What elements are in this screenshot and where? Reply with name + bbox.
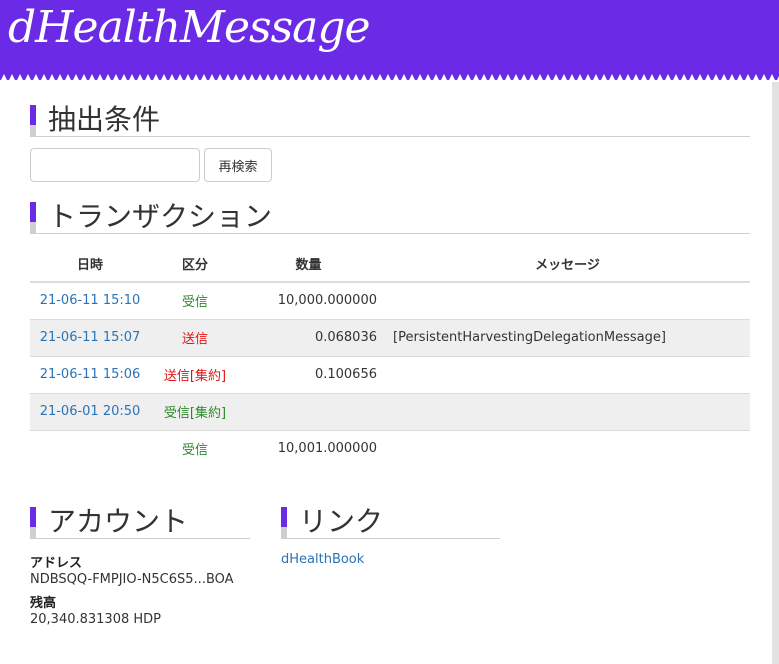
column-header-amount: 数量 — [240, 246, 385, 283]
tx-amount: 0.068036 — [240, 319, 385, 357]
filter-section-title: 抽出条件 — [30, 103, 750, 137]
tx-amount: 10,000.000000 — [240, 282, 385, 320]
balance-label: 残高 — [30, 596, 57, 611]
table-row: 21-06-11 15:06 送信[集約] 0.100656 — [30, 356, 750, 394]
links-title-text: リンク — [299, 505, 384, 538]
table-row: 21-06-11 15:07 送信 0.068036 [PersistentHa… — [30, 319, 750, 357]
tx-date-link[interactable]: 21-06-11 15:06 — [30, 356, 150, 394]
tx-kind: 受信 — [150, 282, 240, 320]
tx-date-link[interactable]: 21-06-11 15:10 — [30, 282, 150, 320]
transactions-section-title: トランザクション — [30, 200, 750, 234]
table-row: 21-06-11 15:10 受信 10,000.000000 — [30, 282, 750, 320]
tx-kind: 受信[集約] — [150, 393, 240, 431]
address-value: NDBSQQ-FMPJIO-N5C6S5...BOA — [30, 572, 234, 587]
column-header-kind: 区分 — [150, 246, 240, 283]
app-header: dHealthMessage — [0, 0, 779, 82]
tx-message — [385, 282, 750, 320]
header-zigzag-edge — [0, 74, 779, 82]
filter-title-text: 抽出条件 — [48, 103, 161, 136]
tx-date-link[interactable]: 21-06-11 15:07 — [30, 319, 150, 357]
tx-kind: 送信[集約] — [150, 356, 240, 394]
search-input[interactable] — [30, 148, 200, 182]
column-header-message: メッセージ — [385, 246, 750, 283]
tx-date-link[interactable]: 21-06-01 20:50 — [30, 393, 150, 431]
search-button[interactable]: 再検索 — [204, 148, 272, 182]
balance-value: 20,340.831308 HDP — [30, 612, 162, 627]
tx-amount: 0.100656 — [240, 356, 385, 394]
table-header-row: 日時 区分 数量 メッセージ — [30, 246, 750, 283]
transactions-title-text: トランザクション — [48, 200, 273, 233]
total-date-empty — [30, 430, 150, 467]
links-section-title: リンク — [281, 505, 500, 539]
tx-message — [385, 393, 750, 431]
table-row: 21-06-01 20:50 受信[集約] — [30, 393, 750, 431]
dhealthbook-link[interactable]: dHealthBook — [281, 552, 364, 567]
account-title-text: アカウント — [48, 505, 189, 538]
total-kind: 受信 — [181, 443, 208, 459]
address-label: アドレス — [30, 556, 83, 571]
account-section-title: アカウント — [30, 505, 250, 539]
tx-kind: 送信 — [150, 319, 240, 357]
column-header-date: 日時 — [30, 246, 150, 283]
transactions-table: 日時 区分 数量 メッセージ 21-06-11 15:10 受信 10,000.… — [30, 246, 750, 467]
table-total-row: 受信 10,001.000000 — [30, 430, 750, 467]
scrollbar[interactable] — [772, 82, 779, 664]
tx-message: [PersistentHarvestingDelegationMessage] — [385, 319, 750, 357]
tx-message — [385, 356, 750, 394]
total-amount: 10,001.000000 — [277, 441, 377, 457]
app-logo[interactable]: dHealthMessage — [8, 2, 371, 53]
total-message-empty — [385, 430, 750, 467]
tx-amount — [240, 393, 385, 431]
